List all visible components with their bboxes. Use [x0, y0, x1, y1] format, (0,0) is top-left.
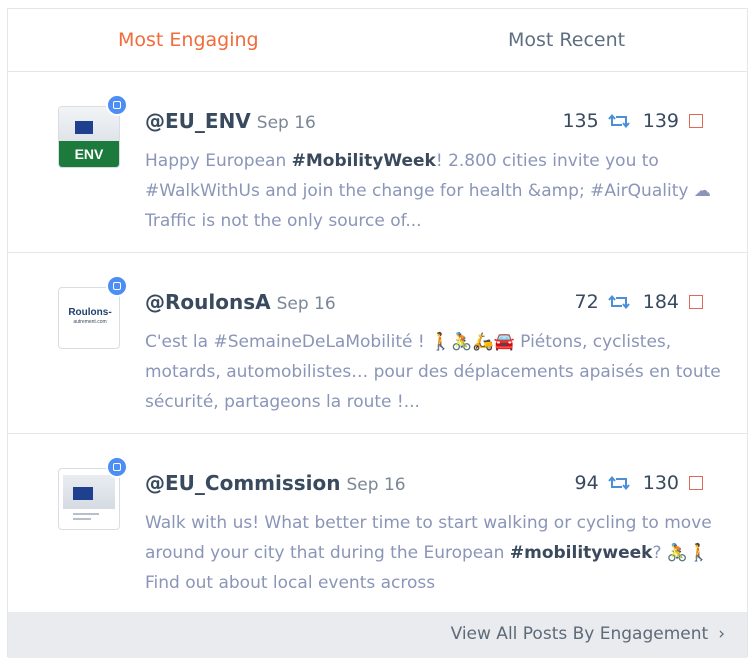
avatar-divider [73, 518, 91, 520]
post-date: Sep 16 [256, 113, 316, 133]
avatar-divider [73, 513, 99, 515]
engagement-panel: Most Engaging Most Recent ENV @EU_ENV Sep… [7, 8, 748, 658]
like-icon [689, 295, 703, 309]
retweet-icon [607, 294, 630, 310]
hashtag[interactable]: #mobilityweek [510, 543, 653, 563]
post-item[interactable]: Roulons- autrement.com @RoulonsA Sep 16 7… [8, 253, 747, 434]
hashtag[interactable]: #MobilityWeek [292, 151, 436, 171]
like-count: 184 [642, 291, 679, 313]
avatar-sublabel: autrement.com [73, 319, 107, 325]
post-date: Sep 16 [276, 294, 336, 314]
like-count: 130 [642, 472, 679, 494]
view-all-posts-link[interactable]: View All Posts By Engagement › [451, 624, 725, 644]
tab-most-engaging[interactable]: Most Engaging [118, 29, 259, 51]
avatar[interactable]: Roulons- autrement.com [58, 287, 120, 349]
post-date: Sep 16 [346, 475, 406, 495]
post-item[interactable]: @EU_Commission Sep 16 94 130 Walk with us… [8, 434, 747, 612]
like-icon [689, 114, 703, 128]
post-text: Happy European #MobilityWeek! 2.800 citi… [145, 146, 725, 236]
avatar-label: Roulons- [68, 307, 112, 318]
post-item[interactable]: ENV @EU_ENV Sep 16 135 139 Happy European… [8, 72, 747, 253]
like-icon [689, 476, 703, 490]
tab-bar: Most Engaging Most Recent [8, 9, 747, 72]
twitter-badge-icon [106, 456, 128, 478]
like-count: 139 [642, 110, 679, 132]
retweet-count: 94 [574, 472, 599, 494]
retweet-icon [607, 113, 630, 129]
retweet-icon [607, 475, 630, 491]
handle-text[interactable]: @EU_Commission [145, 471, 341, 495]
post-text-pre: Happy European [145, 151, 292, 171]
eu-flag-icon [75, 121, 93, 134]
tab-most-recent[interactable]: Most Recent [508, 29, 625, 51]
panel-footer: View All Posts By Engagement › [8, 612, 747, 658]
post-stats: 135 139 [562, 110, 703, 132]
avatar[interactable] [58, 468, 120, 530]
post-handle[interactable]: @EU_ENV Sep 16 [145, 109, 316, 133]
chevron-right-icon: › [718, 624, 725, 644]
post-handle[interactable]: @EU_Commission Sep 16 [145, 471, 406, 495]
handle-text[interactable]: @RoulonsA [145, 290, 271, 314]
avatar[interactable]: ENV [58, 106, 120, 168]
twitter-badge-icon [106, 275, 128, 297]
post-text: C'est la #SemaineDeLaMobilité ! 🚶🚴🛵🚘 Pié… [145, 332, 721, 412]
retweet-count: 135 [562, 110, 599, 132]
eu-flag-icon [73, 487, 93, 500]
handle-text[interactable]: @EU_ENV [145, 109, 251, 133]
view-all-posts-label[interactable]: View All Posts By Engagement [451, 624, 709, 644]
post-stats: 94 130 [575, 472, 703, 494]
avatar-label: ENV [59, 141, 119, 167]
twitter-badge-icon [106, 94, 128, 116]
retweet-count: 72 [574, 291, 599, 313]
post-stats: 72 184 [575, 291, 703, 313]
post-handle[interactable]: @RoulonsA Sep 16 [145, 290, 336, 314]
post-text: Walk with us! What better time to start … [145, 508, 725, 598]
